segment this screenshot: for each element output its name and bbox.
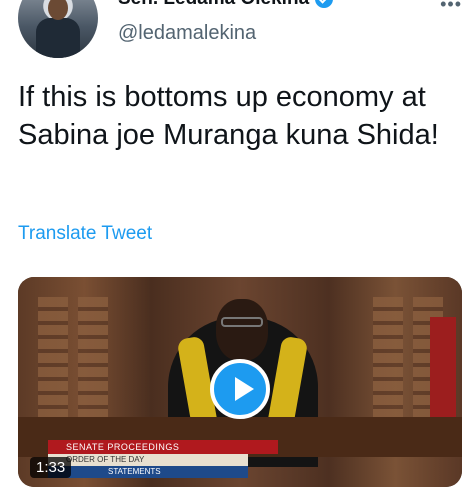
- author-name-row[interactable]: Sen. Ledama Olekina: [118, 0, 334, 10]
- avatar[interactable]: [18, 0, 98, 58]
- wood-panel: [38, 297, 68, 417]
- wood-panel: [78, 297, 108, 417]
- wood-panel: [373, 297, 403, 417]
- speaker-face: [216, 299, 268, 361]
- video-overlay-line3: STATEMENTS: [48, 466, 248, 478]
- translate-tweet-link[interactable]: Translate Tweet: [18, 223, 152, 245]
- play-icon[interactable]: [210, 359, 270, 419]
- speaker-glasses: [221, 317, 263, 327]
- red-curtain: [430, 317, 456, 417]
- tweet-text: If this is bottoms up economy at Sabina …: [18, 81, 439, 151]
- video-overlay-line2: ORDER OF THE DAY: [48, 454, 248, 466]
- more-options-icon[interactable]: •••: [440, 0, 462, 15]
- author-handle[interactable]: @ledamalekina: [118, 22, 256, 45]
- avatar-head: [48, 0, 68, 20]
- author-display-name[interactable]: Sen. Ledama Olekina: [118, 0, 309, 10]
- video-overlay-banner: SENATE PROCEEDINGS: [48, 440, 278, 454]
- video-player[interactable]: SENATE PROCEEDINGS ORDER OF THE DAY STAT…: [18, 277, 462, 487]
- avatar-suit: [36, 18, 80, 58]
- video-duration: 1:33: [30, 457, 72, 478]
- verified-badge-icon: [315, 0, 334, 8]
